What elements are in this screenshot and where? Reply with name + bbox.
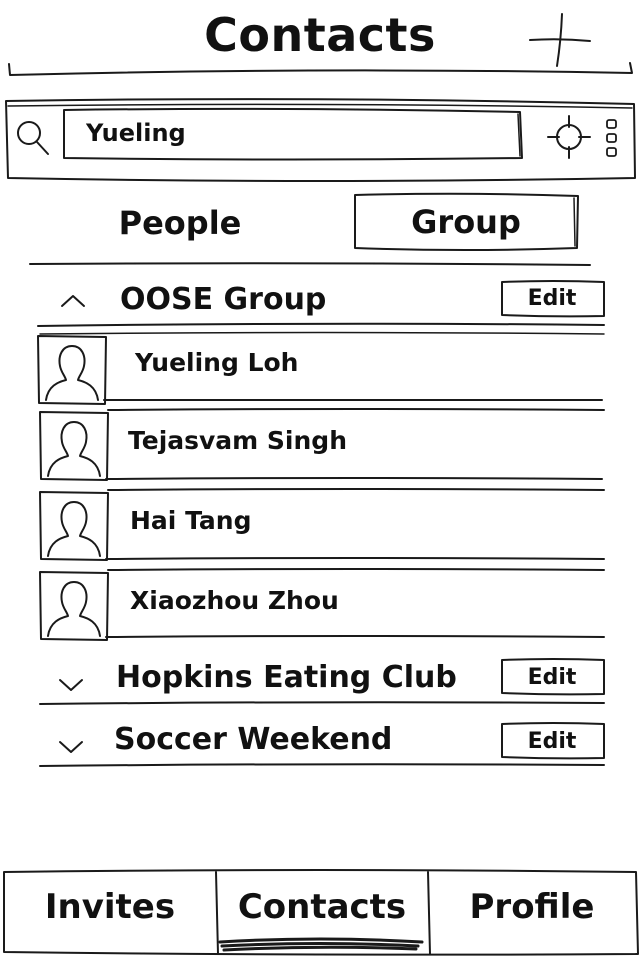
tab-invites[interactable]: Invites	[6, 872, 214, 942]
search-input[interactable]	[68, 110, 534, 156]
search-icon	[17, 121, 49, 155]
chevron-down-icon[interactable]	[56, 736, 86, 758]
edit-group-button[interactable]: Edit	[500, 659, 604, 695]
chevron-down-icon[interactable]	[56, 674, 86, 696]
row-top-line	[107, 568, 605, 571]
crosshair-icon[interactable]	[546, 114, 592, 160]
row-top-line	[107, 408, 605, 411]
group-title: OOSE Group	[120, 282, 327, 317]
group-title: Soccer Weekend	[114, 722, 393, 757]
row-divider	[105, 635, 605, 638]
group-divider	[39, 701, 605, 705]
chevron-up-icon[interactable]	[58, 290, 88, 312]
contact-name: Xiaozhou Zhou	[130, 586, 339, 615]
tab-people[interactable]: People	[80, 197, 280, 249]
tab-profile[interactable]: Profile	[430, 872, 634, 942]
edit-group-button[interactable]: Edit	[500, 280, 604, 316]
contact-name: Hai Tang	[130, 506, 252, 535]
vertical-dots-icon[interactable]	[600, 116, 624, 160]
group-title: Hopkins Eating Club	[116, 660, 457, 695]
contact-name: Yueling Loh	[135, 348, 299, 377]
group-divider	[39, 763, 605, 767]
tabs-divider	[29, 262, 591, 266]
row-top-line	[107, 488, 605, 491]
header-divider	[8, 62, 633, 76]
tab-group[interactable]: Group	[352, 192, 580, 252]
tab-contacts[interactable]: Contacts	[218, 872, 426, 942]
edit-group-button[interactable]: Edit	[500, 723, 604, 759]
contact-name: Tejasvam Singh	[128, 426, 347, 455]
